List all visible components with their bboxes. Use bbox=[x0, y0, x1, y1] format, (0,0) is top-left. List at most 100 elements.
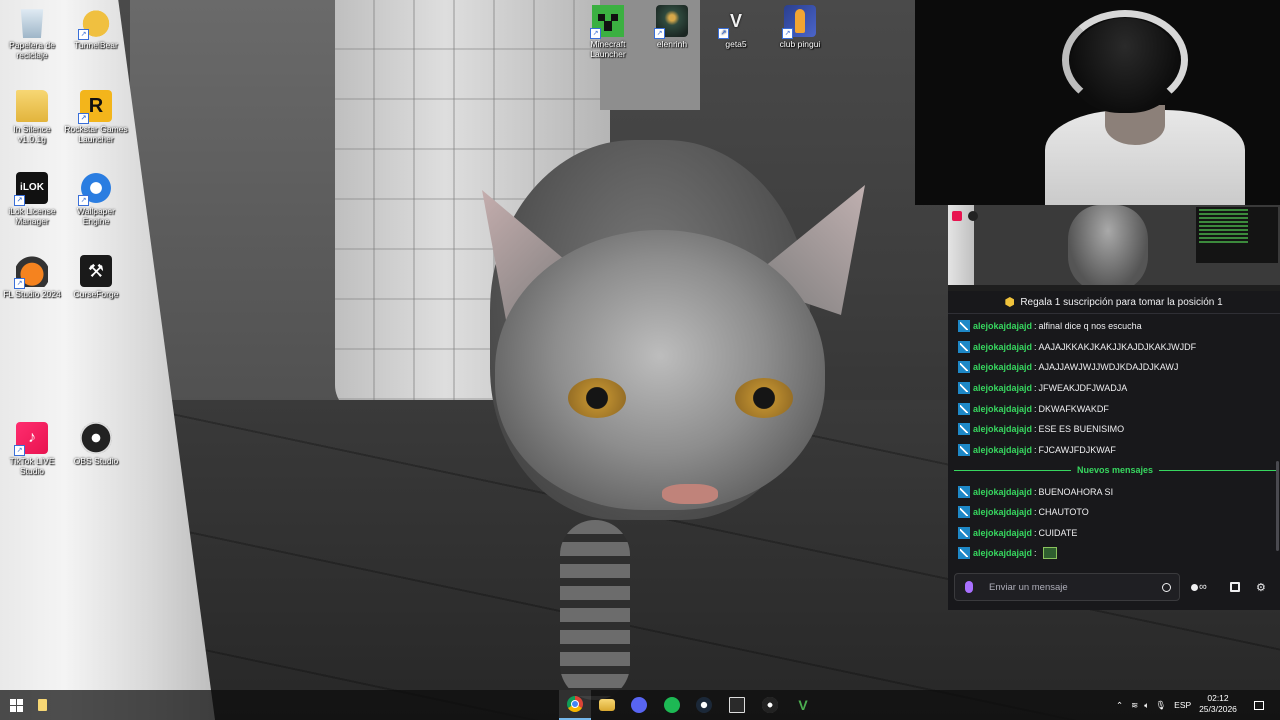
chat-message: alejokajdajajd: AAJAJKKAKJKAKJJKAJDJKAKJ… bbox=[958, 340, 1196, 354]
taskbar-file-explorer[interactable] bbox=[26, 690, 58, 720]
desktop-icon-label: elenrinh bbox=[656, 39, 688, 49]
desktop-icon-minecraft[interactable]: ↗ Minecraft Launcher bbox=[576, 5, 640, 59]
chat-message: alejokajdajajd: ESE ES BUENISIMO bbox=[958, 422, 1124, 436]
desktop-icon-label: Rockstar Games Launcher bbox=[64, 124, 128, 144]
fl-studio-icon: ↗ bbox=[14, 255, 48, 289]
desktop-icon-tunnelbear[interactable]: ↗ TunnelBear bbox=[64, 6, 128, 50]
user-badge-icon bbox=[958, 403, 970, 415]
chat-username[interactable]: alejokajdajajd bbox=[973, 342, 1032, 352]
desktop-icon-rockstar[interactable]: R ↗ Rockstar Games Launcher bbox=[64, 90, 128, 144]
chat-message: alejokajdajajd: bbox=[958, 546, 1057, 560]
taskbar-epic-games[interactable] bbox=[721, 690, 753, 720]
chat-scrollbar[interactable] bbox=[1276, 461, 1279, 551]
chat-username[interactable]: alejokajdajajd bbox=[973, 321, 1032, 331]
chat-message-text: ESE ES BUENISIMO bbox=[1038, 424, 1125, 434]
new-messages-label: Nuevos mensajes bbox=[1076, 465, 1154, 475]
chat-username[interactable]: alejokajdajajd bbox=[973, 362, 1032, 372]
chat-message-text: CUIDATE bbox=[1038, 528, 1078, 538]
language-indicator[interactable]: ESP bbox=[1174, 700, 1191, 710]
folder-icon bbox=[16, 90, 48, 122]
taskbar-discord[interactable] bbox=[623, 690, 655, 720]
taskbar-files[interactable] bbox=[591, 690, 623, 720]
spotify-icon bbox=[664, 697, 680, 713]
ilok-icon: iLOK ↗ bbox=[14, 172, 48, 206]
notification-icon bbox=[1254, 700, 1264, 710]
infinity-icon: ∞ bbox=[1199, 581, 1207, 593]
taskbar-obs[interactable] bbox=[754, 690, 786, 720]
user-badge-icon bbox=[958, 444, 970, 456]
chat-username[interactable]: alejokajdajajd bbox=[973, 548, 1032, 558]
minecraft-icon: ↗ bbox=[590, 5, 624, 39]
desktop-icon-wallpaper-engine[interactable]: ↗ Wallpaper Engine bbox=[64, 172, 128, 226]
taskbar-clock[interactable]: 02:12 25/3/2026 bbox=[1196, 693, 1240, 715]
desktop-icon-gta5[interactable]: V ↗ geta5 bbox=[704, 5, 768, 49]
chat-message: alejokajdajajd: AJAJJAWJWJJWDJKDAJDJKAWJ bbox=[958, 360, 1178, 374]
chat-message-text: FJCAWJFDJKWAF bbox=[1038, 445, 1116, 455]
desktop-icon-club-pingui[interactable]: ↗ club pingui bbox=[768, 5, 832, 49]
bits-cheer-button[interactable]: ∞ bbox=[1191, 580, 1207, 594]
chat-message-text: AAJAJKKAKJKAKJJKAJDJKAKJWJDF bbox=[1038, 342, 1197, 352]
chat-settings-button[interactable]: ⚙ bbox=[1256, 580, 1266, 594]
desktop-icon-label: OBS Studio bbox=[73, 456, 119, 466]
taskbar-vegas[interactable]: V bbox=[787, 690, 819, 720]
desktop-icon-elden-ring[interactable]: ↗ elenrinh bbox=[640, 5, 704, 49]
wallpaper-engine-icon: ↗ bbox=[78, 172, 112, 206]
chat-message-text: alfinal dice q nos escucha bbox=[1038, 321, 1142, 331]
desktop-icon-label: TunnelBear bbox=[74, 40, 118, 50]
emote-icon bbox=[1042, 547, 1057, 559]
emote-picker-icon[interactable] bbox=[1162, 582, 1171, 592]
cat-leg bbox=[560, 520, 630, 700]
chat-username[interactable]: alejokajdajajd bbox=[973, 445, 1032, 455]
taskbar-chrome[interactable] bbox=[559, 690, 591, 720]
desktop-icon-obs[interactable]: OBS Studio bbox=[64, 422, 128, 466]
tray-overflow-chevron-icon[interactable]: ⌃ bbox=[1116, 700, 1123, 711]
desktop-icon-recycle-bin[interactable]: Papelera de reciclaje bbox=[0, 6, 64, 60]
notification-center-button[interactable] bbox=[1246, 690, 1272, 720]
user-badge-icon bbox=[958, 486, 970, 498]
chat-username[interactable]: alejokajdajajd bbox=[973, 404, 1032, 414]
chat-input-box bbox=[954, 573, 1180, 601]
desktop-icon-curseforge[interactable]: ⚒ CurseForge bbox=[64, 255, 128, 299]
user-badge-icon bbox=[958, 382, 970, 394]
preview-cat bbox=[1068, 205, 1148, 291]
user-badge-icon bbox=[958, 361, 970, 373]
headphones-icon bbox=[1062, 10, 1188, 110]
obs-icon bbox=[762, 697, 778, 713]
bits-icon bbox=[1191, 583, 1198, 591]
steam-icon bbox=[696, 697, 712, 713]
microphone-icon[interactable] bbox=[965, 581, 973, 593]
desktop-icon-label: TikTok LIVE Studio bbox=[9, 456, 55, 476]
stream-preview bbox=[948, 205, 1280, 291]
chat-message-input[interactable] bbox=[987, 580, 1162, 594]
chat-message: alejokajdajajd: alfinal dice q nos escuc… bbox=[958, 319, 1142, 333]
desktop-icon-fl-studio[interactable]: ↗ FL Studio 2024 bbox=[0, 255, 64, 299]
desktop-icon-folder[interactable]: In Silence v1.0.1g bbox=[0, 90, 64, 144]
bear-icon: ↗ bbox=[78, 6, 112, 40]
chat-username[interactable]: alejokajdajajd bbox=[973, 424, 1032, 434]
cat-nose bbox=[662, 484, 718, 504]
chat-message: alejokajdajajd: BUENOAHORA SI bbox=[958, 485, 1113, 499]
desktop-icon-label: iLok License Manager bbox=[8, 206, 56, 226]
chat-username[interactable]: alejokajdajajd bbox=[973, 507, 1032, 517]
chat-username[interactable]: alejokajdajajd bbox=[973, 528, 1032, 538]
desktop-icon-label: club pingui bbox=[779, 39, 821, 49]
chat-username[interactable]: alejokajdajajd bbox=[973, 487, 1032, 497]
chat-message: alejokajdajajd: DKWAFKWAKDF bbox=[958, 402, 1109, 416]
microphone-tray-icon[interactable]: 🎙︎ bbox=[1155, 700, 1166, 711]
desktop-icon-tiktok-live[interactable]: ♪ ↗ TikTok LIVE Studio bbox=[0, 422, 64, 476]
desktop-icon-ilok[interactable]: iLOK ↗ iLok License Manager bbox=[0, 172, 64, 226]
user-badge-icon bbox=[958, 527, 970, 539]
chrome-icon bbox=[567, 696, 583, 712]
recycle-bin-icon bbox=[20, 9, 44, 38]
chat-username[interactable]: alejokajdajajd bbox=[973, 383, 1032, 393]
epic-games-icon bbox=[729, 697, 745, 713]
pinned-gift-banner[interactable]: Regala 1 suscripción para tomar la posic… bbox=[948, 291, 1280, 314]
chat-message: alejokajdajajd: CHAUTOTO bbox=[958, 505, 1089, 519]
taskbar-steam[interactable] bbox=[688, 690, 720, 720]
network-wifi-icon[interactable]: ≋ bbox=[1131, 700, 1138, 711]
taskbar-spotify[interactable] bbox=[656, 690, 688, 720]
rockstar-icon: R ↗ bbox=[78, 90, 112, 124]
store-button[interactable] bbox=[1230, 580, 1240, 594]
store-icon bbox=[1230, 582, 1240, 592]
speaker-volume-icon[interactable]: 🔈︎ bbox=[1144, 700, 1149, 711]
